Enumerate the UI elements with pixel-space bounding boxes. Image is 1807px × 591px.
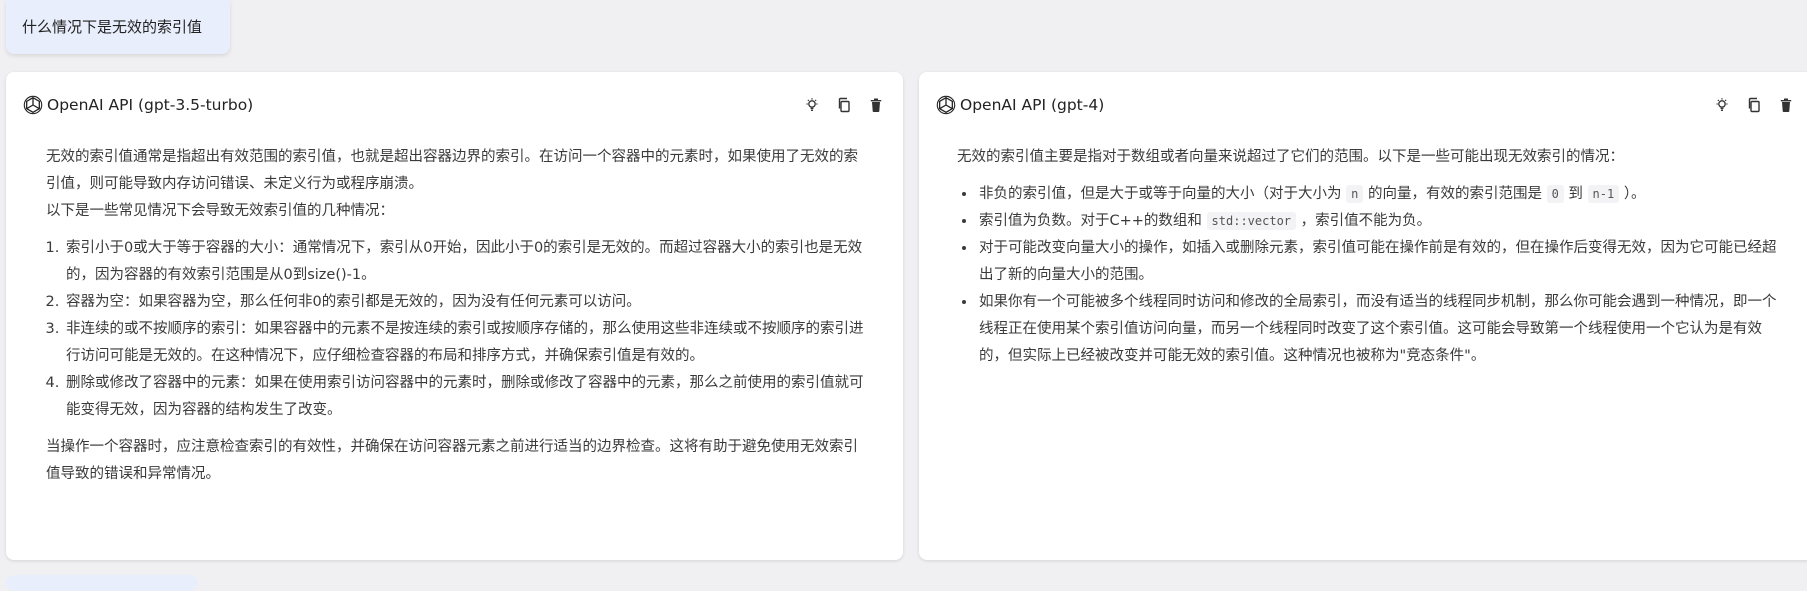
list-item-text: 的向量，有效的索引范围是	[1367, 186, 1542, 202]
user-question-text: 什么情况下是无效的索引值	[22, 18, 203, 36]
list-item-text: ）。	[1623, 186, 1646, 202]
list-item: 非连续的或不按顺序的索引：如果容器中的元素不是按连续的索引或按顺序存储的，那么使…	[64, 316, 867, 370]
bulb-icon	[806, 98, 818, 111]
panel-header: OpenAI API (gpt-3.5-turbo)	[22, 92, 887, 118]
user-question-bubble: 什么情况下是无效的索引值	[6, 0, 230, 54]
list-item-text: 索引值为负数。对于C++的数组和	[979, 213, 1202, 229]
next-message-bubble	[6, 575, 198, 591]
bulb-button[interactable]	[801, 94, 823, 116]
reason-list: 非负的索引值，但是大于或等于向量的大小（对于大小为 n 的向量，有效的索引范围是…	[957, 181, 1779, 370]
response-panel-gpt35: OpenAI API (gpt-3.5-turbo) 无效的索引值通常是指超出有…	[6, 72, 903, 560]
list-item: 如果你有一个可能被多个线程同时访问和修改的全局索引，而没有适当的线程同步机制，那…	[977, 289, 1779, 370]
list-item: 非负的索引值，但是大于或等于向量的大小（对于大小为 n 的向量，有效的索引范围是…	[977, 181, 1779, 208]
response-intro-2: 以下是一些常见情况下会导致无效索引值的几种情况：	[46, 203, 394, 219]
list-item: 删除或修改了容器中的元素：如果在使用索引访问容器中的元素时，删除或修改了容器中的…	[64, 370, 867, 424]
model-title: OpenAI API (gpt-4)	[960, 96, 1105, 114]
panel-header: OpenAI API (gpt-4)	[935, 92, 1797, 118]
copy-icon	[838, 97, 850, 113]
openai-logo-icon	[23, 95, 43, 115]
copy-icon	[1748, 97, 1760, 113]
list-item: 索引小于0或大于等于容器的大小：通常情况下，索引从0开始，因此小于0的索引是无效…	[64, 235, 867, 289]
list-item: 对于可能改变向量大小的操作，如插入或删除元素，索引值可能在操作前是有效的，但在操…	[977, 235, 1779, 289]
list-item-text: 非负的索引值，但是大于或等于向量的大小（对于大小为	[979, 186, 1342, 202]
openai-logo-icon	[936, 95, 956, 115]
response-panel-gpt4: OpenAI API (gpt-4) 无效的索引值主要是指对于数组或者向量来说超…	[919, 72, 1807, 560]
panel-actions	[801, 94, 887, 116]
panel-actions	[1711, 94, 1797, 116]
response-content: 无效的索引值通常是指超出有效范围的索引值，也就是超出容器边界的索引。在访问一个容…	[46, 144, 867, 488]
list-item: 容器为空：如果容器为空，那么任何非0的索引都是无效的，因为没有任何元素可以访问。	[64, 289, 867, 316]
copy-button[interactable]	[1743, 94, 1765, 116]
list-item-text: ，索引值不能为负。	[1300, 213, 1432, 229]
inline-code: n	[1346, 185, 1364, 203]
response-content: 无效的索引值主要是指对于数组或者向量来说超过了它们的范围。以下是一些可能出现无效…	[957, 144, 1779, 370]
copy-button[interactable]	[833, 94, 855, 116]
bulb-icon	[1716, 98, 1728, 111]
trash-icon	[870, 98, 882, 113]
response-intro: 无效的索引值主要是指对于数组或者向量来说超过了它们的范围。以下是一些可能出现无效…	[957, 149, 1624, 165]
trash-icon	[1780, 98, 1792, 113]
delete-button[interactable]	[865, 94, 887, 116]
inline-code: 0	[1546, 185, 1564, 203]
bulb-button[interactable]	[1711, 94, 1733, 116]
inline-code: n-1	[1587, 185, 1620, 203]
inline-code: std::vector	[1206, 212, 1297, 230]
reason-list: 索引小于0或大于等于容器的大小：通常情况下，索引从0开始，因此小于0的索引是无效…	[46, 235, 867, 424]
delete-button[interactable]	[1775, 94, 1797, 116]
list-item: 索引值为负数。对于C++的数组和 std::vector ，索引值不能为负。	[977, 208, 1779, 235]
response-outro: 当操作一个容器时，应注意检查索引的有效性，并确保在访问容器元素之前进行适当的边界…	[46, 439, 858, 482]
response-intro: 无效的索引值通常是指超出有效范围的索引值，也就是超出容器边界的索引。在访问一个容…	[46, 149, 858, 192]
list-item-text: 到	[1568, 186, 1583, 202]
model-title: OpenAI API (gpt-3.5-turbo)	[47, 96, 254, 114]
